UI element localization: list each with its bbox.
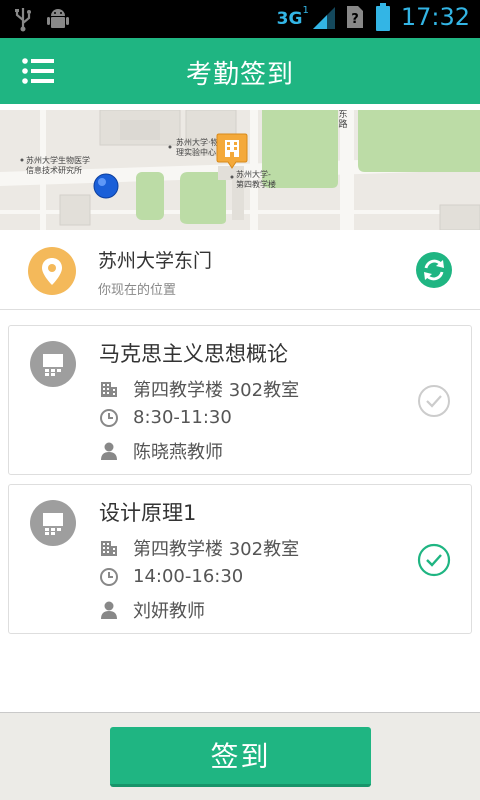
- course-card[interactable]: 设计原理1 第四教学楼 302教室 14:00-16:30 刘妍教师: [8, 484, 472, 634]
- course-time: 14:00-16:30: [99, 566, 243, 587]
- refresh-icon: [424, 259, 444, 281]
- building-marker-icon[interactable]: [216, 132, 248, 172]
- map-road-label: 东路: [338, 110, 348, 130]
- classroom-icon: [30, 341, 76, 387]
- location-subtitle: 你现在的位置: [98, 283, 177, 298]
- clock-icon: [100, 567, 118, 586]
- status-bar: 3G 1 ? 17:32: [0, 0, 480, 38]
- person-icon: [101, 442, 117, 460]
- signin-button[interactable]: 签到: [110, 727, 371, 787]
- course-location: 第四教学楼 302教室: [99, 535, 299, 561]
- map-view[interactable]: 东路 苏州大学·物 理实验中心 苏州大学生物医学 信息技术研究所 苏州大学- 第…: [0, 110, 480, 230]
- course-title: 设计原理1: [99, 501, 197, 525]
- location-pin-icon: [28, 247, 76, 295]
- location-name: 苏州大学东门: [98, 250, 213, 272]
- current-location-icon: [93, 173, 119, 199]
- course-teacher: 陈晓燕教师: [99, 438, 223, 464]
- bottom-bar: 签到: [0, 712, 480, 800]
- network-type: 3G: [276, 9, 303, 29]
- check-circle-icon[interactable]: [417, 384, 451, 418]
- current-location-row: 苏州大学东门 你现在的位置: [0, 232, 480, 310]
- classroom-icon: [30, 500, 76, 546]
- course-time: 8:30-11:30: [99, 407, 232, 428]
- course-location: 第四教学楼 302教室: [99, 376, 299, 402]
- course-teacher: 刘妍教师: [99, 597, 205, 623]
- refresh-location-button[interactable]: [416, 252, 452, 288]
- map-label-biomed-institute: 苏州大学生物医学 信息技术研究所: [26, 156, 90, 175]
- clock-icon: [100, 408, 118, 427]
- map-label-physics-lab: 苏州大学·物 理实验中心: [176, 138, 219, 157]
- svg-text:?: ?: [351, 12, 359, 27]
- check-circle-icon[interactable]: [417, 543, 451, 577]
- android-debug-icon: [47, 9, 69, 28]
- map-label-teaching-building: 苏州大学- 第四教学楼: [236, 170, 276, 189]
- signal-indicator: 3G 1: [277, 5, 335, 29]
- course-title: 马克思主义思想概论: [99, 342, 288, 366]
- page-title: 考勤签到: [185, 60, 294, 90]
- battery-icon: [375, 3, 390, 31]
- signal-icon: [312, 7, 335, 29]
- building-icon: [101, 541, 117, 556]
- course-card[interactable]: 马克思主义思想概论 第四教学楼 302教室 8:30-11:30 陈晓燕教师: [8, 325, 472, 475]
- sim-unknown-icon: ?: [346, 6, 363, 28]
- person-icon: [101, 601, 117, 619]
- clock: 17:32: [400, 3, 470, 31]
- usb-icon: [15, 8, 31, 32]
- title-bar: 考勤签到: [0, 38, 480, 104]
- building-icon: [101, 382, 117, 397]
